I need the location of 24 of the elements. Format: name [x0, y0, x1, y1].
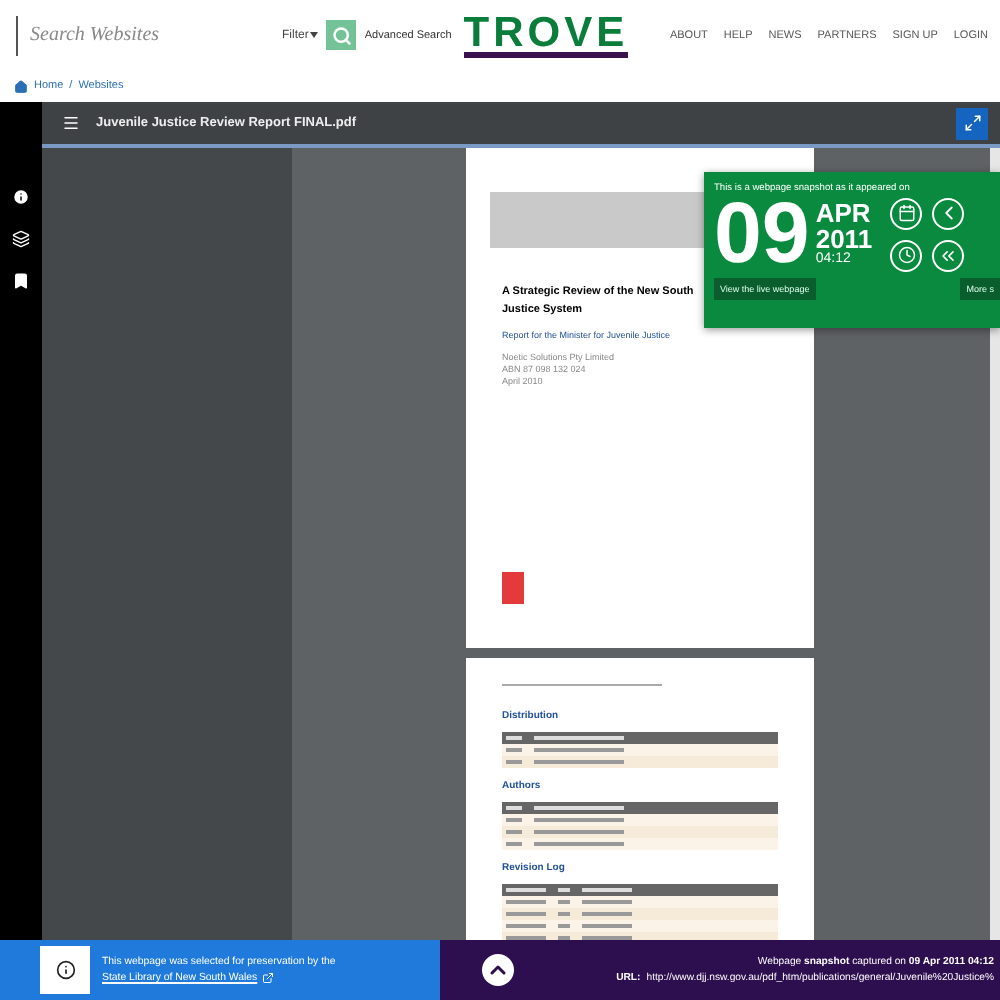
- expand-icon: [963, 114, 981, 132]
- snapshot-day: 09: [714, 194, 810, 274]
- home-icon: [14, 79, 28, 93]
- menu-icon[interactable]: [62, 114, 80, 132]
- scroll-up-button[interactable]: [482, 954, 514, 986]
- caret-icon: [310, 32, 319, 38]
- clock-icon: [897, 246, 916, 264]
- calendar-button[interactable]: [890, 197, 923, 229]
- layers-icon[interactable]: [12, 230, 30, 248]
- clock-button[interactable]: [890, 239, 923, 271]
- publisher-logo: [502, 572, 524, 604]
- bookmark-icon[interactable]: [12, 272, 30, 290]
- snapshot-year: 2011: [815, 226, 873, 252]
- first-snapshot-button[interactable]: [932, 239, 965, 271]
- previous-button[interactable]: [932, 197, 965, 229]
- external-link-icon: [261, 972, 274, 984]
- double-chevron-left-icon: [938, 245, 959, 265]
- trove-logo: TROVE: [463, 13, 629, 57]
- search-icon: [331, 25, 352, 45]
- fullscreen-button[interactable]: [956, 107, 988, 139]
- library-logo: [40, 946, 90, 994]
- snapshot-month: APR: [815, 200, 873, 226]
- info-icon[interactable]: [12, 188, 30, 206]
- calendar-icon: [897, 204, 916, 222]
